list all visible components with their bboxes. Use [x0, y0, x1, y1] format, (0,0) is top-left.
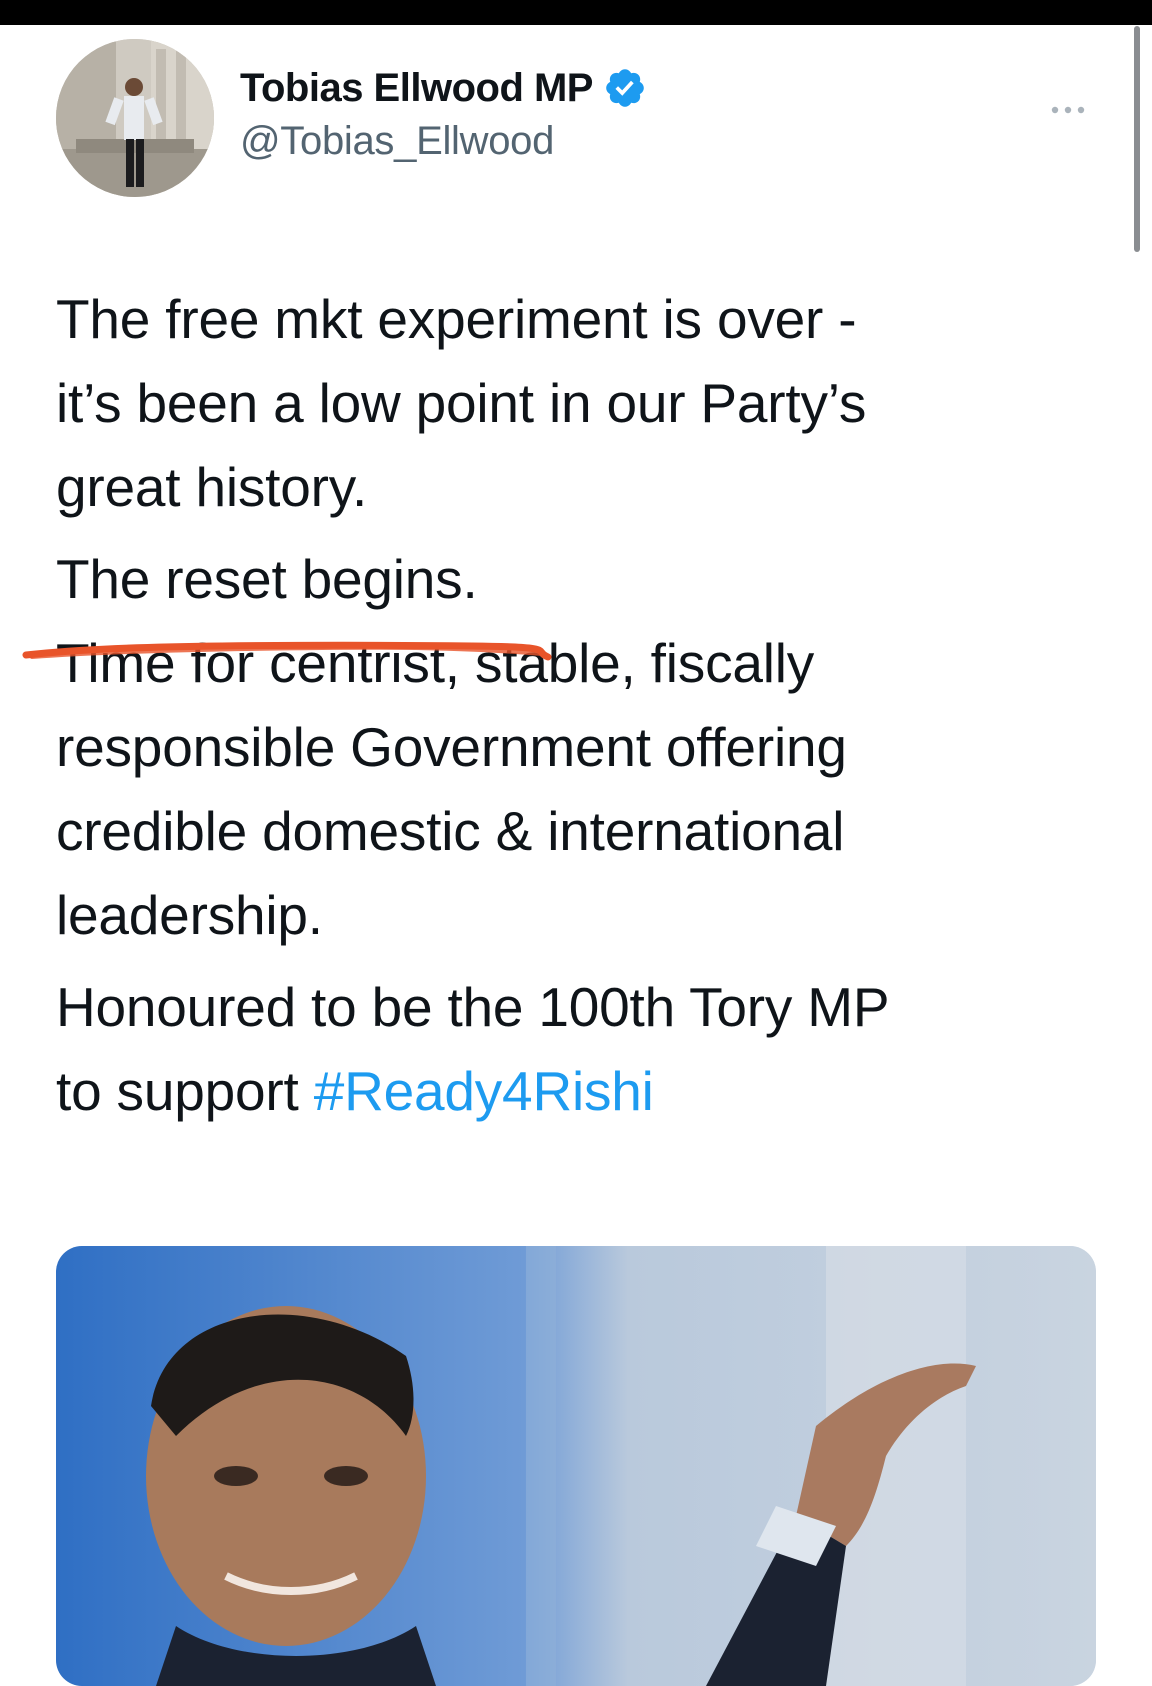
tweet-text: The free mkt experiment is over - it’s b… [56, 277, 1116, 1133]
tweet-line: great history. [56, 456, 368, 518]
media-photo [56, 1246, 1096, 1686]
more-options-icon[interactable] [1050, 105, 1086, 115]
author-display-name[interactable]: Tobias Ellwood MP [240, 66, 593, 111]
avatar[interactable] [56, 39, 214, 197]
tweet-line: The free mkt experiment is over - [56, 288, 857, 350]
author-handle[interactable]: @Tobias_Ellwood [240, 119, 647, 164]
tweet-line: Honoured to be the 100th Tory MP [56, 976, 890, 1038]
avatar-photo [56, 39, 214, 197]
tweet-line: responsible Government offering [56, 716, 847, 778]
hashtag-link[interactable]: #Ready4Rishi [314, 1060, 654, 1122]
tweet-card: Tobias Ellwood MP @Tobias_Ellwood The fr… [0, 25, 1152, 1686]
tweet-line: it’s been a low point in our Party’s [56, 372, 867, 434]
tweet-text-prefix: to support [56, 1060, 314, 1122]
tweet-line-last: to support #Ready4Rishi [56, 1049, 1116, 1133]
tweet-line: leadership. [56, 884, 323, 946]
tweet-line: credible domestic & international [56, 800, 845, 862]
tweet-media-image[interactable] [56, 1246, 1096, 1686]
underline-annotation [22, 641, 552, 661]
status-bar [0, 0, 1152, 25]
author-name-row: Tobias Ellwood MP [240, 63, 647, 113]
verified-badge-icon [606, 69, 644, 107]
tweet-author: Tobias Ellwood MP @Tobias_Ellwood [240, 63, 647, 164]
tweet-line-reset: The reset begins. [56, 548, 478, 610]
